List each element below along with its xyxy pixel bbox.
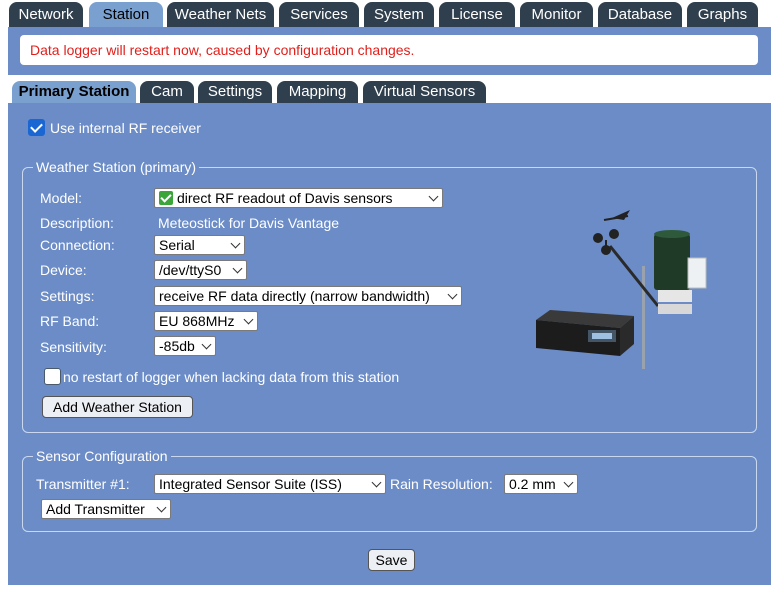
rain-resolution-select[interactable]: 0.2 mm (504, 474, 578, 494)
model-select[interactable]: direct RF readout of Davis sensors (154, 188, 443, 208)
device-value: /dev/ttyS0 (159, 262, 222, 278)
tab-virtual-sensors[interactable]: Virtual Sensors (363, 81, 486, 103)
use-internal-rf-row: Use internal RF receiver (28, 119, 201, 136)
sensitivity-value: -85db (159, 338, 195, 354)
settings-value: receive RF data directly (narrow bandwid… (159, 288, 430, 304)
rf-band-label: RF Band: (40, 313, 100, 329)
station-panel: Data logger will restart now, caused by … (8, 27, 771, 585)
tab-database[interactable]: Database (598, 2, 682, 27)
chevron-down-icon (156, 502, 167, 513)
chevron-down-icon (447, 289, 458, 300)
transmitter-label: Transmitter #1: (36, 476, 130, 492)
chevron-down-icon (201, 339, 212, 350)
weather-station-legend: Weather Station (primary) (33, 158, 200, 176)
weather-station-fieldset: Weather Station (primary) Model: direct … (22, 158, 757, 433)
no-restart-checkbox[interactable] (44, 368, 61, 385)
tab-network[interactable]: Network (9, 2, 83, 27)
settings-label: Settings: (40, 288, 95, 304)
device-label: Device: (40, 262, 87, 278)
weather-station-image (536, 210, 707, 369)
tab-monitor[interactable]: Monitor (520, 2, 593, 27)
connection-label: Connection: (40, 237, 115, 253)
rf-band-select[interactable]: EU 868MHz (154, 311, 258, 331)
description-value: Meteostick for Davis Vantage (158, 215, 340, 231)
tab-weather-nets[interactable]: Weather Nets (167, 2, 274, 27)
tab-mapping[interactable]: Mapping (277, 81, 358, 103)
sensitivity-label: Sensitivity: (40, 339, 107, 355)
check-mark-icon (159, 191, 173, 205)
sensor-config-fieldset: Sensor Configuration Transmitter #1: Int… (22, 447, 757, 532)
save-button[interactable]: Save (368, 549, 415, 571)
tab-primary-station[interactable]: Primary Station (12, 81, 136, 103)
no-restart-label: no restart of logger when lacking data f… (63, 368, 400, 385)
chevron-down-icon (243, 314, 254, 325)
tab-services[interactable]: Services (279, 2, 359, 27)
sensor-config-legend: Sensor Configuration (33, 447, 171, 465)
sensitivity-select[interactable]: -85db (154, 336, 216, 356)
main-tab-bar: Network Station Weather Nets Services Sy… (0, 0, 777, 27)
no-restart-row: no restart of logger when lacking data f… (44, 368, 399, 385)
tab-graphs[interactable]: Graphs (687, 2, 758, 27)
transmitter-value: Integrated Sensor Suite (ISS) (159, 476, 342, 492)
rf-band-value: EU 868MHz (159, 313, 235, 329)
chevron-down-icon (230, 238, 241, 249)
model-value: direct RF readout of Davis sensors (177, 190, 393, 206)
rain-resolution-label: Rain Resolution: (390, 476, 493, 492)
add-transmitter-value: Add Transmitter (46, 501, 145, 517)
tab-system[interactable]: System (364, 2, 434, 27)
settings-select[interactable]: receive RF data directly (narrow bandwid… (154, 286, 462, 306)
connection-value: Serial (159, 237, 195, 253)
tab-cam[interactable]: Cam (140, 81, 194, 103)
chevron-down-icon (232, 263, 243, 274)
rain-resolution-value: 0.2 mm (509, 476, 556, 492)
connection-select[interactable]: Serial (154, 235, 245, 255)
tab-settings[interactable]: Settings (198, 81, 272, 103)
use-internal-rf-checkbox[interactable] (28, 119, 45, 136)
tab-station[interactable]: Station (89, 2, 163, 27)
add-weather-station-button[interactable]: Add Weather Station (42, 396, 193, 418)
restart-notice: Data logger will restart now, caused by … (20, 35, 758, 65)
tab-license[interactable]: License (439, 2, 515, 27)
model-label: Model: (40, 190, 83, 206)
sub-tab-bar: Primary Station Cam Settings Mapping Vir… (8, 75, 771, 103)
device-select[interactable]: /dev/ttyS0 (154, 260, 247, 280)
use-internal-rf-label: Use internal RF receiver (50, 119, 201, 136)
chevron-down-icon (428, 191, 439, 202)
chevron-down-icon (371, 477, 382, 488)
add-transmitter-select[interactable]: Add Transmitter (41, 499, 171, 519)
description-label: Description: (40, 215, 114, 231)
chevron-down-icon (563, 477, 574, 488)
transmitter-select[interactable]: Integrated Sensor Suite (ISS) (154, 474, 386, 494)
